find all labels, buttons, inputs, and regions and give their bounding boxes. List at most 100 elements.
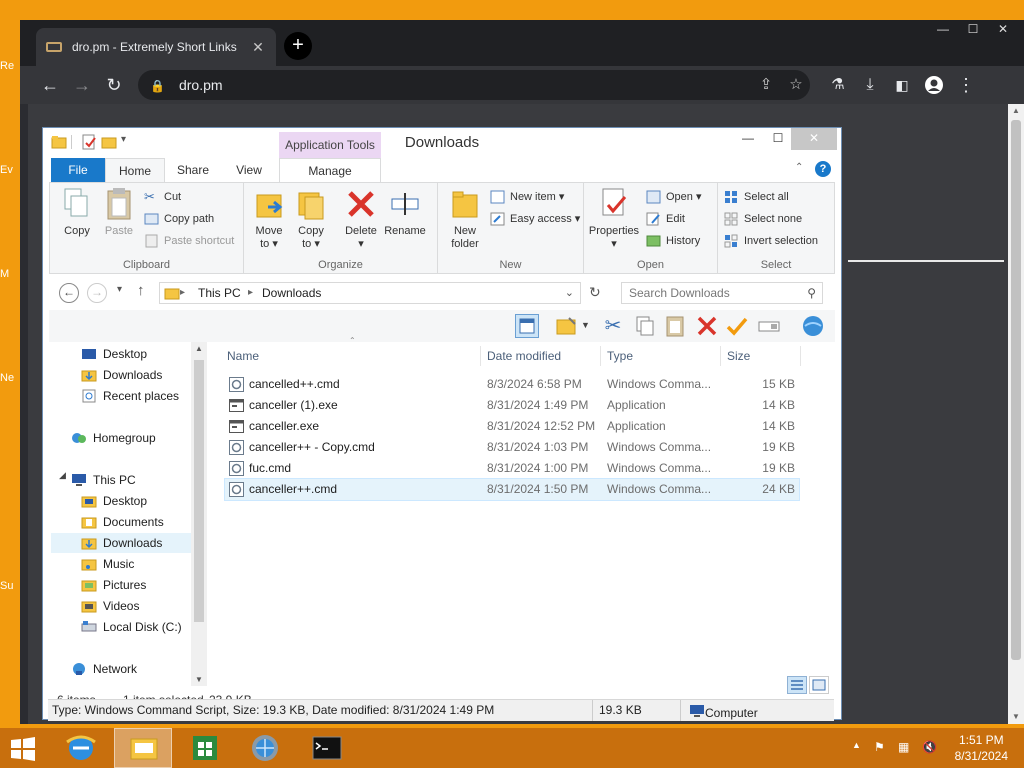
maximize-icon[interactable]: ☐ [958,22,988,36]
forward-icon[interactable]: → [70,73,94,97]
nav-item-local-disk[interactable]: Local Disk (C:) [81,617,182,637]
back-icon[interactable]: ← [38,73,62,97]
tab-view[interactable]: View [223,158,275,182]
address-bar[interactable]: 🔒 dro.pm ⇪ ☆ [138,70,810,100]
rename-button[interactable]: Rename [382,187,428,238]
up-arrow-icon[interactable]: ↑ [137,282,145,299]
table-row[interactable]: canceller.exe 8/31/2024 12:52 PM Applicati… [225,416,799,437]
paste-icon[interactable] [663,314,687,338]
column-header-size[interactable]: Size [727,346,801,366]
dropdown-arrow-icon[interactable]: ▼ [581,320,590,330]
preview-pane-icon[interactable] [515,314,539,338]
column-header-type[interactable]: Type [607,346,721,366]
menu-kebab-icon[interactable]: ⋮ [954,73,978,97]
details-view-icon[interactable] [787,676,807,694]
minimize-icon[interactable]: — [731,128,765,150]
copy-button[interactable]: Copy [54,187,100,238]
column-header-date[interactable]: Date modified [487,346,601,366]
action-center-flag-icon[interactable]: ⚑ [874,740,885,754]
recent-locations-icon[interactable]: ▾ [117,284,122,295]
select-none-button[interactable]: Select none [724,209,802,229]
labs-flask-icon[interactable]: ⚗ [826,73,850,97]
minimize-icon[interactable]: — [928,22,958,36]
nav-item-pc-desktop[interactable]: Desktop [81,491,147,511]
nav-item-pc-downloads[interactable]: Downloads [51,533,191,553]
command-prompt-icon[interactable] [298,728,356,768]
column-header-name[interactable]: Name [227,346,481,366]
scroll-down-icon[interactable]: ▼ [1008,710,1024,724]
paste-button[interactable]: Paste [96,187,142,238]
table-row[interactable]: canceller++.cmd 8/31/2024 1:50 PM Windows … [224,478,800,501]
new-item-button[interactable]: New item ▾ [490,187,564,207]
store-icon[interactable] [176,728,234,768]
nav-item-downloads[interactable]: Downloads [81,365,162,385]
delete-button[interactable]: Delete ▾ [338,187,384,251]
share-icon[interactable]: ⇪ [754,70,778,100]
download-icon[interactable]: ⤓ [858,73,882,97]
scroll-thumb[interactable] [1011,120,1021,660]
desktop-icon-label[interactable]: Ne [0,372,20,384]
page-scrollbar[interactable]: ▲ ▼ [1008,104,1024,724]
desktop-icon-label[interactable]: Ev [0,164,20,176]
address-bar[interactable]: ▸ This PC ▸ Downloads ⌄ [159,282,581,304]
breadcrumb-this-pc[interactable]: This PC [198,283,241,303]
checkmark-properties-icon[interactable] [725,314,749,338]
new-tab-button[interactable]: + [284,32,312,60]
nav-item-homegroup[interactable]: Homegroup [71,428,156,448]
search-icon[interactable]: ⚲ [807,283,816,303]
nav-item-pictures[interactable]: Pictures [81,575,146,595]
paste-shortcut-button[interactable]: Paste shortcut [144,231,234,251]
nav-item-documents[interactable]: Documents [81,512,164,532]
invert-selection-button[interactable]: Invert selection [724,231,818,251]
nav-item-desktop[interactable]: Desktop [81,344,147,364]
scroll-thumb[interactable] [194,360,204,622]
cut-button[interactable]: ✂ Cut [144,187,181,207]
table-row[interactable]: cancelled++.cmd 8/3/2024 6:58 PM Windows C… [225,374,799,395]
close-window-icon[interactable]: ✕ [988,22,1018,36]
folder-options-icon[interactable] [555,314,579,338]
maximize-icon[interactable]: ☐ [761,128,795,150]
desktop-icon-label[interactable]: Re [0,60,20,72]
tray-expand-icon[interactable]: ▲ [852,740,861,750]
collapse-ribbon-icon[interactable]: ⌃ [795,162,803,173]
copy-icon[interactable] [633,314,657,338]
table-row[interactable]: fuc.cmd 8/31/2024 1:00 PM Windows Comma...… [225,458,799,479]
tab-file[interactable]: File [51,158,105,182]
reload-icon[interactable]: ↻ [102,73,126,97]
tab-manage[interactable]: Manage [279,158,381,182]
nav-scrollbar[interactable]: ▲ ▼ [191,342,207,686]
nav-item-recent-places[interactable]: Recent places [81,386,179,406]
tab-share[interactable]: Share [167,158,219,182]
nav-item-network[interactable]: Network [71,659,137,679]
close-window-icon[interactable]: ✕ [791,128,837,150]
scroll-up-icon[interactable]: ▲ [195,344,203,353]
refresh-icon[interactable]: ↻ [589,284,601,301]
close-tab-icon[interactable]: ✕ [250,39,266,56]
forward-icon[interactable]: → [87,283,107,303]
address-dropdown-icon[interactable]: ⌄ [565,283,574,303]
help-icon[interactable]: ? [815,161,831,177]
table-row[interactable]: canceller (1).exe 8/31/2024 1:49 PM Applic… [225,395,799,416]
scroll-up-icon[interactable]: ▲ [1008,104,1024,118]
file-explorer-taskbar-icon[interactable] [114,728,172,768]
nav-item-music[interactable]: Music [81,554,134,574]
scroll-down-icon[interactable]: ▼ [195,675,203,684]
new-folder-button[interactable]: New folder [442,187,488,251]
nav-item-videos[interactable]: Videos [81,596,139,616]
nav-item-this-pc[interactable]: This PC [71,470,136,490]
profile-icon[interactable] [922,73,946,97]
move-to-button[interactable]: Move to ▾ [246,187,292,251]
expand-chevron-icon[interactable]: ◢ [59,470,66,481]
table-row[interactable]: canceller++ - Copy.cmd 8/31/2024 1:03 PM W… [225,437,799,458]
properties-button[interactable]: Properties ▾ [588,187,640,251]
side-panel-icon[interactable]: ◧ [890,73,914,97]
back-icon[interactable]: ← [59,283,79,303]
desktop-icon-label[interactable]: M [0,268,20,280]
copy-to-button[interactable]: Copy to ▾ [288,187,334,251]
bookmark-star-icon[interactable]: ☆ [784,70,808,100]
search-input[interactable]: Search Downloads ⚲ [621,282,823,304]
desktop-icon-label[interactable]: Su [0,580,20,592]
large-icons-view-icon[interactable] [809,676,829,694]
copy-path-button[interactable]: Copy path [144,209,214,229]
tab-home[interactable]: Home [105,158,165,182]
